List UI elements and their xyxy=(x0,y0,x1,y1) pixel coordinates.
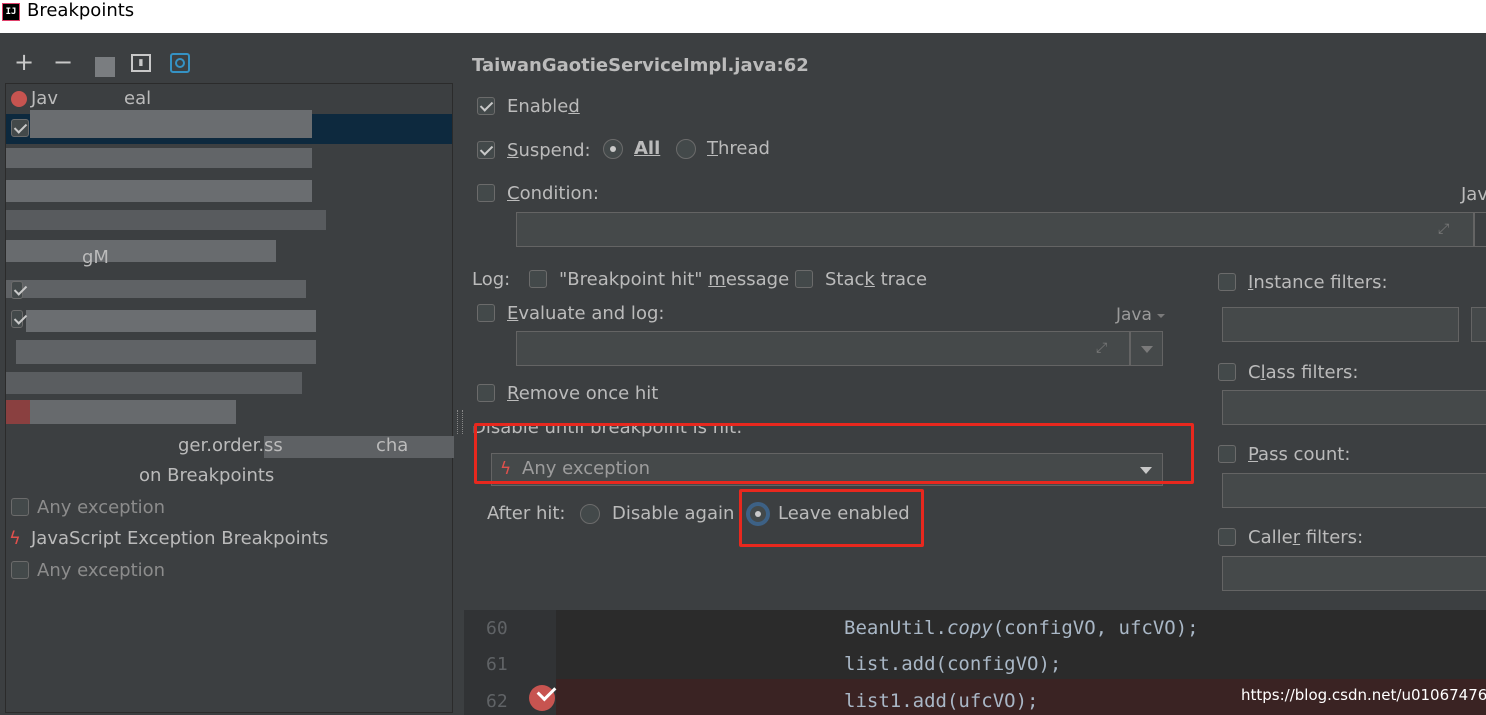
obscured-region-2 xyxy=(264,436,454,458)
line-number: 61 xyxy=(486,654,508,675)
log-message-checkbox[interactable] xyxy=(529,270,547,288)
obscured-region xyxy=(6,110,326,460)
expand-icon[interactable]: ⤢ xyxy=(1438,222,1452,236)
suspend-label[interactable]: Suspend: xyxy=(507,140,591,162)
condition-label[interactable]: Condition: xyxy=(507,183,599,205)
instance-filters-input[interactable] xyxy=(1222,307,1459,342)
pass-count-checkbox[interactable] xyxy=(1218,445,1236,463)
disable-again-label[interactable]: Disable again xyxy=(612,503,734,525)
suspend-thread-radio[interactable] xyxy=(676,139,696,159)
condition-checkbox[interactable] xyxy=(477,184,495,202)
add-breakpoint-button[interactable]: + xyxy=(14,47,34,77)
class-filters-checkbox[interactable] xyxy=(1218,363,1236,381)
breakpoint-red-dot-icon xyxy=(11,91,27,107)
condition-dropdown-button[interactable] xyxy=(1474,212,1486,247)
caller-filters-input[interactable] xyxy=(1222,556,1486,591)
intellij-app-icon: IJ xyxy=(2,3,20,21)
watermark: https://blog.csdn.net/u010674768 xyxy=(1241,686,1486,704)
class-filters-input[interactable] xyxy=(1222,390,1486,425)
line-number: 62 xyxy=(486,691,508,712)
tree-item-js-any-exception[interactable]: Any exception xyxy=(37,559,165,583)
code-line: list1.add(ufcVO); xyxy=(844,690,1039,712)
suspend-checkbox[interactable] xyxy=(477,141,495,159)
any-exception-checkbox[interactable] xyxy=(11,498,29,516)
line-number: 60 xyxy=(486,618,508,639)
remove-breakpoint-button[interactable]: − xyxy=(53,47,73,77)
tree-item-order-breakpoint[interactable]: ger.order.ss xyxy=(178,434,283,458)
tree-item-java-line-breakpoints[interactable]: Jav xyxy=(31,87,58,111)
stack-trace-label[interactable]: Stack trace xyxy=(825,269,927,291)
instance-filters-button[interactable] xyxy=(1471,307,1486,342)
after-hit-label: After hit: xyxy=(487,503,566,524)
tree-item-obscured[interactable]: gM xyxy=(82,246,109,270)
js-any-exception-checkbox[interactable] xyxy=(11,561,29,579)
enabled-checkbox[interactable] xyxy=(477,97,495,115)
highlight-box-disable-until xyxy=(474,423,1194,484)
tree-item-javascript-exception-breakpoints[interactable]: JavaScript Exception Breakpoints xyxy=(31,527,328,551)
tree-item-any-exception[interactable]: Any exception xyxy=(37,496,165,520)
code-line: list.add(configVO); xyxy=(844,653,1062,675)
evaluate-log-label[interactable]: Evaluate and log: xyxy=(507,303,664,325)
log-label: Log: xyxy=(472,269,511,290)
lightning-icon: ϟ xyxy=(9,528,21,549)
tree-item-tail: eal xyxy=(124,88,152,109)
suspend-thread-label[interactable]: Thread xyxy=(707,138,770,160)
highlight-box-leave-enabled xyxy=(739,489,924,547)
suspend-all-radio[interactable] xyxy=(603,139,623,159)
tree-item-exception-breakpoints[interactable]: on Breakpoints xyxy=(139,464,274,488)
group-icon[interactable] xyxy=(95,57,115,77)
stack-trace-checkbox[interactable] xyxy=(795,270,813,288)
language-arrow-icon xyxy=(1157,314,1165,318)
window-title: Breakpoints xyxy=(27,0,135,21)
caller-filters-checkbox[interactable] xyxy=(1218,528,1236,546)
export-icon[interactable]: ▮ xyxy=(131,54,151,72)
tree-item-checkbox[interactable] xyxy=(11,281,23,299)
tree-item-checkbox[interactable] xyxy=(11,310,23,328)
class-filters-label[interactable]: Class filters: xyxy=(1248,362,1358,384)
enabled-label[interactable]: Enabled xyxy=(507,96,580,118)
evaluate-language[interactable]: Java xyxy=(1116,304,1152,326)
window-titlebar: IJ Breakpoints xyxy=(0,0,1486,33)
tree-item-tail: cha xyxy=(376,435,409,456)
panel-splitter[interactable] xyxy=(457,410,463,434)
suspend-all-label[interactable]: All xyxy=(634,138,660,160)
evaluate-log-checkbox[interactable] xyxy=(477,304,495,322)
evaluate-dropdown-button[interactable] xyxy=(1130,331,1163,366)
instance-filters-label[interactable]: Instance filters: xyxy=(1248,272,1388,294)
evaluate-input[interactable] xyxy=(516,331,1130,366)
log-message-label[interactable]: "Breakpoint hit" message xyxy=(559,269,789,291)
tree-item-checkbox[interactable] xyxy=(11,119,29,137)
remove-once-hit-label[interactable]: Remove once hit xyxy=(507,383,658,405)
expand-icon[interactable]: ⤢ xyxy=(1096,341,1110,355)
pass-count-input[interactable] xyxy=(1222,473,1486,508)
condition-language[interactable]: Jav xyxy=(1461,184,1486,206)
disable-again-radio[interactable] xyxy=(580,504,600,524)
code-line: BeanUtil.copy(configVO, ufcVO); xyxy=(844,617,1199,639)
caller-filters-label[interactable]: Caller filters: xyxy=(1248,527,1363,549)
view-source-icon[interactable] xyxy=(170,53,190,73)
condition-input[interactable] xyxy=(516,212,1474,247)
breakpoint-heading: TaiwanGaotieServiceImpl.java:62 xyxy=(472,55,809,76)
pass-count-label[interactable]: Pass count: xyxy=(1248,444,1350,466)
remove-once-hit-checkbox[interactable] xyxy=(477,384,495,402)
instance-filters-checkbox[interactable] xyxy=(1218,273,1236,291)
